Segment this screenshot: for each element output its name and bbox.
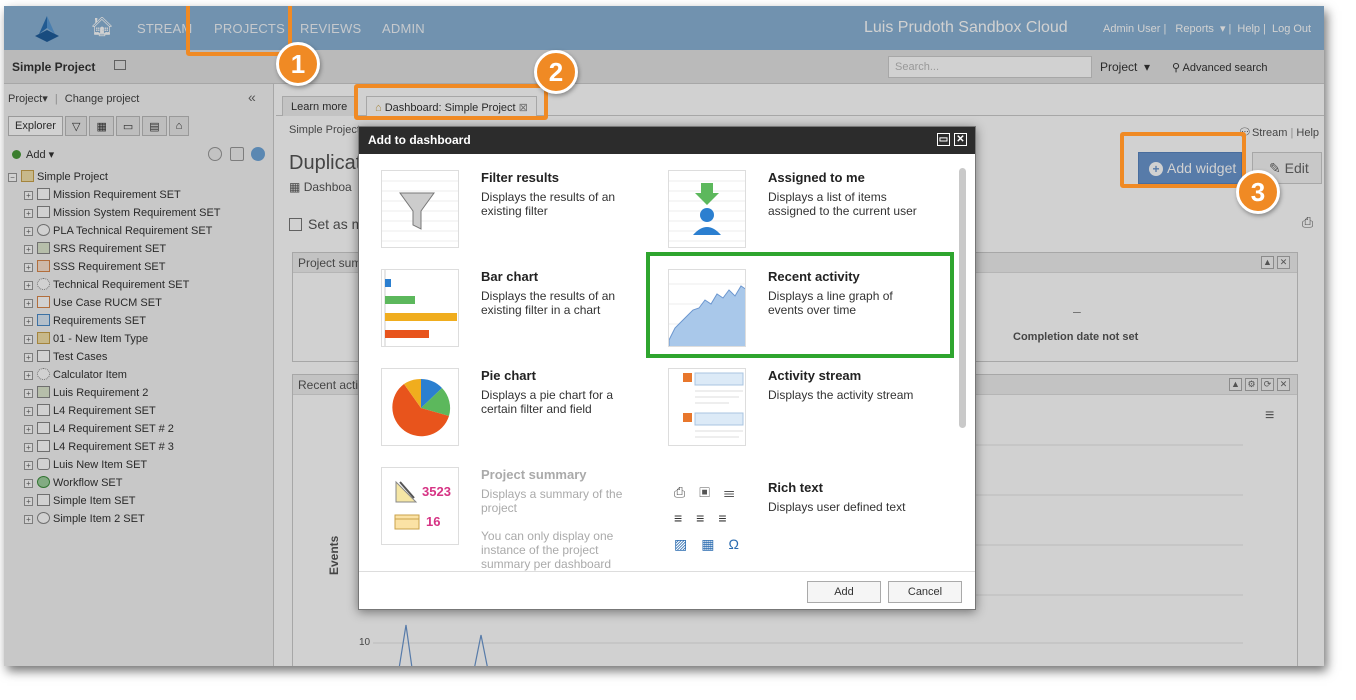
widget-filter-results[interactable]: Filter results Displays the results of a… xyxy=(381,170,641,250)
widget-description: Displays a pie chart for a certain filte… xyxy=(481,388,614,416)
rich-text-thumbnail: ⎙▣☰ ≡≡≡ ▨▦Ω xyxy=(668,480,746,558)
pie-chart-icon xyxy=(392,378,451,437)
user-icon xyxy=(669,180,745,242)
widget-assigned-to-me[interactable]: Assigned to me Displays a list of items … xyxy=(668,170,928,250)
add-button[interactable]: Add xyxy=(807,581,881,603)
dialog-title: Add to dashboard xyxy=(368,133,471,147)
widget-description: Displays a summary of the project xyxy=(481,487,623,515)
close-icon[interactable]: ✕ xyxy=(954,133,967,146)
widget-note: You can only display one instance of the… xyxy=(481,529,614,571)
funnel-icon xyxy=(382,180,458,242)
maximize-icon[interactable]: ▭ xyxy=(937,133,950,146)
widget-description: Displays the results of an existing filt… xyxy=(481,190,616,218)
highlight-recent-activity xyxy=(646,252,954,358)
annotation-badge-1: 1 xyxy=(276,42,320,86)
annotation-badge-2: 2 xyxy=(534,50,578,94)
widget-title: Rich text xyxy=(768,480,823,495)
assigned-to-me-thumbnail xyxy=(668,170,746,248)
annotation-badge-3: 3 xyxy=(1236,170,1280,214)
summary-stat-days: 16 xyxy=(426,514,441,529)
bar-chart-icon xyxy=(384,270,457,346)
widget-project-summary: 3523 16 Project summary Displays a summa… xyxy=(381,467,641,571)
align-icons: ≡≡≡ xyxy=(674,510,741,526)
add-to-dashboard-dialog: Add to dashboard ▭ ✕ Filter results Disp… xyxy=(358,126,976,610)
widget-bar-chart[interactable]: Bar chart Displays the results of an exi… xyxy=(381,269,641,349)
widget-pie-chart[interactable]: Pie chart Displays a pie chart for a cer… xyxy=(381,368,641,448)
widget-title: Filter results xyxy=(481,170,560,185)
highlight-projects xyxy=(186,6,292,56)
app-window: 🏠︎ STREAM PROJECTS REVIEWS ADMIN Luis Pr… xyxy=(4,6,1324,666)
widget-title: Assigned to me xyxy=(768,170,865,185)
widget-description: Displays the results of an existing filt… xyxy=(481,289,616,317)
widget-description: Displays a list of items assigned to the… xyxy=(768,190,917,218)
scrollbar[interactable] xyxy=(959,168,966,428)
calendar-icon xyxy=(394,514,420,530)
pie-chart-thumbnail xyxy=(381,368,459,446)
filter-results-thumbnail xyxy=(381,170,459,248)
widget-activity-stream[interactable]: Activity stream Displays the activity st… xyxy=(668,368,928,448)
widget-title: Project summary xyxy=(481,467,587,482)
highlight-add-widget xyxy=(1120,132,1246,188)
project-summary-thumbnail: 3523 16 xyxy=(381,467,459,545)
pencil-ruler-icon xyxy=(395,480,418,503)
dialog-titlebar: Add to dashboard ▭ ✕ xyxy=(359,127,975,154)
summary-stat-items: 3523 xyxy=(422,484,451,499)
widget-title: Pie chart xyxy=(481,368,536,383)
widget-list: Filter results Displays the results of a… xyxy=(359,154,975,571)
widget-title: Activity stream xyxy=(768,368,862,383)
cancel-button[interactable]: Cancel xyxy=(888,581,962,603)
dialog-footer: Add Cancel xyxy=(359,571,975,609)
widget-title: Bar chart xyxy=(481,269,539,284)
activity-stream-icon xyxy=(683,372,744,438)
widget-rich-text[interactable]: ⎙▣☰ ≡≡≡ ▨▦Ω Rich text Displays user defi… xyxy=(668,480,928,560)
activity-stream-thumbnail xyxy=(668,368,746,446)
highlight-dashboard-tab xyxy=(354,84,548,120)
bar-chart-thumbnail xyxy=(381,269,459,347)
insert-icons: ▨▦Ω xyxy=(674,536,746,552)
widget-description: Displays the activity stream xyxy=(768,388,914,402)
widget-description: Displays user defined text xyxy=(768,500,906,514)
print-format-icons: ⎙▣☰ xyxy=(674,484,746,500)
